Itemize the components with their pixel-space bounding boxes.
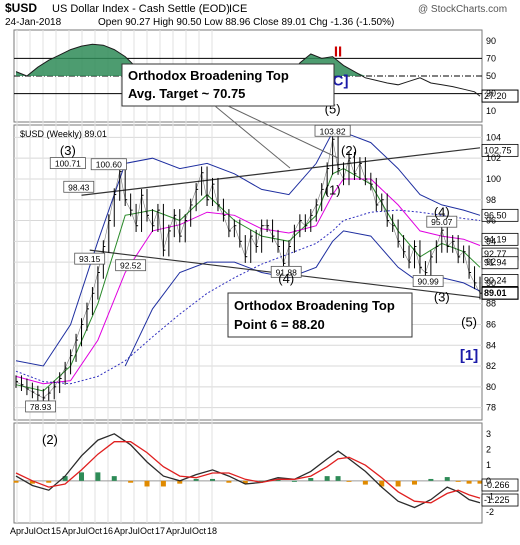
macd-histogram-bar bbox=[324, 476, 330, 481]
chart-svg: $USD US Dollar Index - Cash Settle (EOD)… bbox=[0, 0, 520, 540]
price-y-tick-5: 88 bbox=[486, 299, 496, 309]
x-tick-label-5: Jul bbox=[76, 526, 88, 536]
price-y-tick-2: 82 bbox=[486, 361, 496, 371]
macd-y-tick-3: 0 bbox=[486, 476, 491, 486]
macd-histogram-bar bbox=[210, 478, 216, 481]
macd-histogram-bar bbox=[455, 480, 461, 482]
rsi-y-tick-4: 90 bbox=[486, 36, 496, 46]
macd-histogram-bar bbox=[291, 480, 297, 482]
x-tick-label-1: Jul bbox=[24, 526, 36, 536]
right-label-6: 89.01 bbox=[484, 288, 507, 298]
macd-histogram-bar bbox=[411, 480, 417, 485]
x-tick-label-15: 18 bbox=[207, 526, 217, 536]
annotation-bottom-line2: Point 6 = 88.20 bbox=[234, 317, 325, 332]
x-tick-label-14: Oct bbox=[192, 526, 207, 536]
macd-histogram-bar bbox=[226, 480, 232, 483]
price-y-tick-8: 94 bbox=[486, 236, 496, 246]
wave-label-10: II bbox=[334, 43, 342, 60]
price-y-tick-11: 100 bbox=[486, 174, 501, 184]
price-y-tick-0: 78 bbox=[486, 403, 496, 413]
macd-histogram-bar bbox=[466, 480, 472, 484]
wave-label-3: (2) bbox=[341, 143, 357, 158]
macd-histogram-bar bbox=[111, 476, 117, 481]
value-label-4: 92.52 bbox=[120, 261, 142, 271]
price-y-tick-7: 92 bbox=[486, 257, 496, 267]
annotation-bottom-line1: Orthodox Broadening Top bbox=[234, 298, 395, 313]
header-watermark: @ StockCharts.com bbox=[418, 4, 507, 15]
macd-y-tick-5: -2 bbox=[486, 507, 494, 517]
macd-histogram-bar bbox=[444, 477, 450, 481]
macd-histogram-bar bbox=[346, 480, 352, 482]
price-y-tick-6: 90 bbox=[486, 278, 496, 288]
value-label-5: 100.60 bbox=[96, 160, 122, 170]
macd-histogram-bar bbox=[428, 478, 434, 481]
price-y-tick-4: 86 bbox=[486, 319, 496, 329]
macd-histogram-bar bbox=[13, 480, 19, 483]
macd-y-tick-1: 2 bbox=[486, 445, 491, 455]
x-tick-label-2: Oct bbox=[36, 526, 51, 536]
header-ohlc: Open 90.27 High 90.50 Low 88.96 Close 89… bbox=[98, 17, 394, 28]
header-symbol: $USD bbox=[5, 1, 37, 15]
rsi-y-tick-0: 10 bbox=[486, 106, 496, 116]
value-label-7: 103.82 bbox=[320, 126, 346, 136]
macd-histogram-bar bbox=[160, 480, 166, 487]
macd-wave-label: (2) bbox=[42, 432, 58, 447]
header-exchange: ICE bbox=[229, 3, 247, 15]
price-y-tick-10: 98 bbox=[486, 195, 496, 205]
annotation-top-line2: Avg. Target ~ 70.75 bbox=[128, 86, 245, 101]
macd-histogram-bar bbox=[128, 480, 134, 483]
header-name: US Dollar Index - Cash Settle (EOD) bbox=[52, 3, 230, 15]
rsi-y-tick-2: 50 bbox=[486, 71, 496, 81]
macd-histogram-bar bbox=[193, 478, 199, 481]
macd-y-tick-0: 3 bbox=[486, 429, 491, 439]
x-tick-label-7: 16 bbox=[103, 526, 113, 536]
macd-y-tick-2: 1 bbox=[486, 460, 491, 470]
macd-histogram-bar bbox=[46, 480, 52, 483]
price-y-tick-12: 102 bbox=[486, 153, 501, 163]
x-tick-label-8: Apr bbox=[114, 526, 128, 536]
value-label-1: 100.71 bbox=[55, 159, 81, 169]
wave-label-1: (4) bbox=[278, 271, 294, 286]
price-y-tick-9: 96 bbox=[486, 216, 496, 226]
wave-label-0: (3) bbox=[60, 143, 76, 158]
macd-histogram-bar bbox=[95, 472, 101, 481]
macd-y-tick-4: -1 bbox=[486, 492, 494, 502]
chart-window: $USD US Dollar Index - Cash Settle (EOD)… bbox=[0, 0, 520, 540]
macd-histogram-bar bbox=[395, 480, 401, 487]
macd-histogram-bar bbox=[308, 478, 314, 481]
price-y-tick-13: 104 bbox=[486, 132, 501, 142]
macd-histogram-bar bbox=[144, 480, 150, 487]
x-tick-label-3: 15 bbox=[51, 526, 61, 536]
wave-label-5: (3) bbox=[434, 290, 450, 305]
x-tick-label-11: 17 bbox=[155, 526, 165, 536]
price-y-tick-3: 84 bbox=[486, 340, 496, 350]
rsi-y-tick-3: 70 bbox=[486, 53, 496, 63]
price-y-tick-1: 80 bbox=[486, 382, 496, 392]
x-tick-label-0: Apr bbox=[10, 526, 24, 536]
x-tick-label-9: Jul bbox=[128, 526, 140, 536]
wave-label-6: (4) bbox=[434, 204, 450, 219]
wave-label-4: (1) bbox=[325, 183, 341, 198]
annotation-top-line1: Orthodox Broadening Top bbox=[128, 68, 289, 83]
price-legend: $USD (Weekly) 89.01 bbox=[20, 129, 107, 139]
x-tick-label-12: Apr bbox=[166, 526, 180, 536]
value-label-3: 93.15 bbox=[79, 254, 101, 264]
value-label-0: 78.93 bbox=[30, 402, 52, 412]
wave-label-8: [1] bbox=[460, 347, 478, 364]
x-tick-label-6: Oct bbox=[88, 526, 103, 536]
x-tick-label-10: Oct bbox=[140, 526, 155, 536]
x-tick-label-4: Apr bbox=[62, 526, 76, 536]
x-tick-label-13: Jul bbox=[180, 526, 192, 536]
macd-histogram-bar bbox=[335, 476, 341, 481]
macd-histogram-bar bbox=[79, 472, 85, 481]
value-label-8: 90.99 bbox=[418, 277, 440, 287]
wave-label-7: (5) bbox=[461, 315, 477, 330]
header-date: 24-Jan-2018 bbox=[5, 17, 62, 28]
rsi-y-tick-1: 30 bbox=[486, 89, 496, 99]
value-label-2: 98.43 bbox=[68, 182, 90, 192]
macd-histogram-bar bbox=[362, 480, 368, 485]
